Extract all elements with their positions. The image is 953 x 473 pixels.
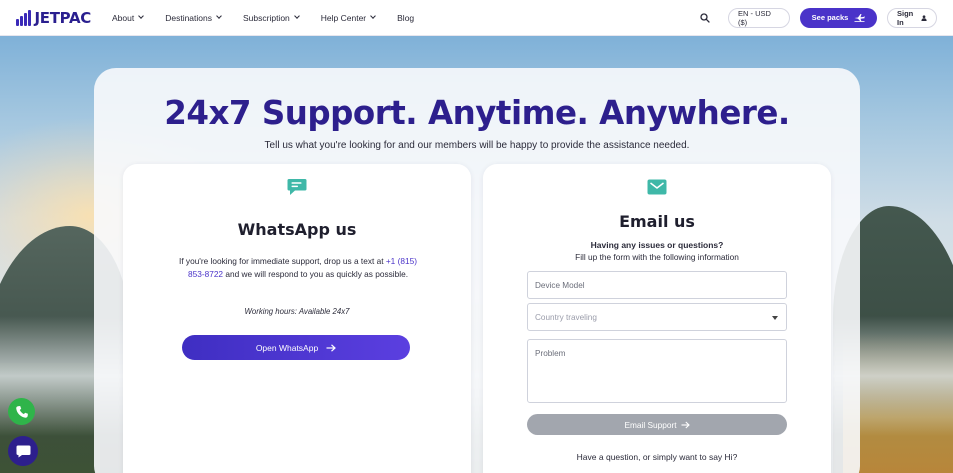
email-support-label: Email Support	[624, 419, 677, 430]
chevron-down-icon	[370, 13, 376, 19]
arrow-right-icon	[681, 421, 690, 428]
nav-actions: EN - USD ($) See packs Sign In	[696, 7, 937, 28]
locale-selector[interactable]: EN - USD ($)	[728, 7, 790, 28]
nav-item-label: Destinations	[165, 12, 212, 23]
chevron-down-icon	[216, 13, 222, 19]
sign-in-label: Sign In	[897, 8, 914, 27]
open-whatsapp-button[interactable]: Open WhatsApp	[182, 335, 410, 360]
email-title: Email us	[619, 212, 695, 231]
envelope-icon	[647, 179, 667, 195]
email-subtitle: Having any issues or questions?	[590, 240, 724, 250]
whatsapp-title: WhatsApp us	[237, 220, 357, 239]
whatsapp-text-before: If you're looking for immediate support,…	[179, 256, 386, 266]
nav-item-label: Subscription	[243, 12, 290, 23]
logo-bars-icon	[16, 9, 31, 26]
brand-name: JETPAC	[34, 8, 92, 27]
arrow-right-icon	[326, 343, 337, 352]
chat-icon	[16, 445, 30, 457]
nav-item-label: Blog	[397, 12, 415, 23]
whatsapp-card: WhatsApp us If you're looking for immedi…	[123, 164, 471, 473]
country-select-placeholder: Country traveling	[535, 312, 597, 322]
problem-textarea[interactable]: Problem	[527, 339, 787, 403]
open-whatsapp-label: Open WhatsApp	[255, 342, 319, 353]
see-packs-label: See packs	[811, 13, 849, 22]
search-icon	[700, 12, 710, 23]
chat-float-button[interactable]	[8, 436, 38, 466]
nav-item-subscription[interactable]: Subscription	[243, 12, 300, 23]
chat-bubble-icon	[287, 179, 307, 195]
email-footer-text: Have a question, or simply want to say H…	[576, 452, 738, 462]
brand-logo[interactable]: JETPAC	[16, 9, 108, 27]
chevron-down-icon	[293, 13, 300, 19]
support-panel: 24x7 Support. Anytime. Anywhere. Tell us…	[94, 68, 860, 473]
see-packs-button[interactable]: See packs	[800, 7, 877, 28]
plane-icon	[854, 14, 865, 22]
whatsapp-text-after: and we will respond to you as quickly as…	[223, 268, 408, 279]
nav-item-about[interactable]: About	[112, 12, 145, 23]
search-button[interactable]	[696, 9, 714, 27]
email-card: Email us Having any issues or questions?…	[483, 164, 831, 473]
whatsapp-float-button[interactable]	[8, 398, 35, 425]
hero-section: 24x7 Support. Anytime. Anywhere. Tell us…	[0, 36, 953, 473]
page-title: 24x7 Support. Anytime. Anywhere.	[164, 94, 790, 132]
device-model-input[interactable]: Device Model	[527, 271, 787, 299]
chevron-down-icon	[138, 13, 145, 19]
whatsapp-description: If you're looking for immediate support,…	[178, 255, 418, 280]
email-support-button[interactable]: Email Support	[527, 414, 787, 435]
working-hours: Working hours: Available 24x7	[244, 307, 350, 316]
nav-item-label: About	[112, 12, 135, 23]
country-select[interactable]: Country traveling	[527, 303, 787, 331]
top-navbar: JETPAC About Destinations Subscription H…	[0, 0, 953, 36]
nav-item-blog[interactable]: Blog	[397, 13, 414, 23]
page-subtitle: Tell us what you're looking for and our …	[264, 140, 690, 151]
nav-item-label: Help Center	[320, 12, 367, 23]
nav-item-help-center[interactable]: Help Center	[320, 12, 376, 23]
nav-item-destinations[interactable]: Destinations	[165, 12, 222, 23]
caret-down-icon	[772, 316, 778, 320]
main-menu: About Destinations Subscription Help Cen…	[112, 13, 414, 23]
user-icon	[921, 14, 927, 21]
sign-in-button[interactable]: Sign In	[887, 7, 937, 28]
email-instructions: Fill up the form with the following info…	[575, 252, 739, 262]
phone-icon	[15, 405, 28, 418]
